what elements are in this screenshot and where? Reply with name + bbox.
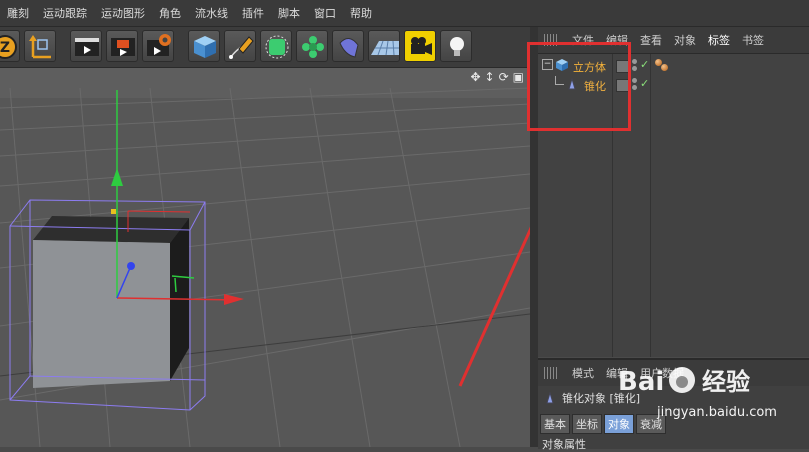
enabled-check-icon[interactable]: ✓ [640, 77, 649, 90]
viewport-scene [0, 68, 530, 447]
om-menu-bookmarks[interactable]: 书签 [736, 32, 770, 48]
light-icon[interactable] [440, 30, 472, 62]
deformer-icon[interactable] [332, 30, 364, 62]
move-view-icon[interactable]: ✥ [470, 70, 480, 84]
subdivision-surface-icon[interactable] [260, 30, 292, 62]
cube-icon[interactable] [188, 30, 220, 62]
menu-pipeline[interactable]: 流水线 [188, 5, 235, 21]
pen-spline-icon[interactable] [224, 30, 256, 62]
menu-plugins[interactable]: 插件 [235, 5, 271, 21]
main-toolbar: Z [0, 27, 538, 68]
cloner-icon[interactable] [296, 30, 328, 62]
menu-character[interactable]: 角色 [152, 5, 188, 21]
panel-grip-icon[interactable] [544, 367, 558, 379]
render-settings-icon[interactable] [142, 30, 174, 62]
maximize-view-icon[interactable]: ▣ [513, 70, 524, 84]
render-view-icon[interactable] [70, 30, 102, 62]
menu-help[interactable]: 帮助 [343, 5, 379, 21]
camera-icon[interactable] [404, 30, 436, 62]
rotate-view-icon[interactable]: ⟳ [499, 70, 509, 84]
render-visibility-dots[interactable] [632, 59, 638, 73]
material-tag-icon[interactable] [661, 64, 668, 71]
svg-text:Bai: Bai [618, 367, 664, 397]
am-menu-mode[interactable]: 模式 [566, 365, 600, 381]
floor-icon[interactable] [368, 30, 400, 62]
render-picture-viewer-icon[interactable] [106, 30, 138, 62]
coordinate-system-icon[interactable] [24, 30, 56, 62]
watermark-url: jingyan.baidu.com [657, 405, 777, 420]
menu-bar: 雕刻 运动跟踪 运动图形 角色 流水线 插件 脚本 窗口 帮助 [0, 0, 809, 27]
enabled-check-icon[interactable]: ✓ [640, 58, 649, 71]
zoom-view-icon[interactable]: ↕ [485, 70, 495, 84]
perspective-viewport[interactable]: ✥ ↕ ⟳ ▣ [0, 68, 530, 447]
tab-basic[interactable]: 基本 [540, 414, 570, 434]
z-axis-icon[interactable]: Z [0, 30, 20, 62]
taper-icon [546, 392, 554, 404]
menu-mograph[interactable]: 运动图形 [94, 5, 152, 21]
menu-window[interactable]: 窗口 [307, 5, 343, 21]
menu-motion-tracking[interactable]: 运动跟踪 [36, 5, 94, 21]
viewport-nav-icons: ✥ ↕ ⟳ ▣ [470, 70, 524, 84]
annotation-highlight-box [527, 42, 631, 131]
om-menu-tags[interactable]: 标签 [702, 32, 736, 48]
svg-text:Z: Z [0, 40, 10, 56]
tab-coordinates[interactable]: 坐标 [572, 414, 602, 434]
svg-text:经验: 经验 [702, 368, 750, 396]
object-properties-heading: 对象属性 [542, 438, 586, 451]
om-menu-objects[interactable]: 对象 [668, 32, 702, 48]
om-menu-view[interactable]: 查看 [634, 32, 668, 48]
menu-script[interactable]: 脚本 [271, 5, 307, 21]
render-visibility-dots[interactable] [632, 78, 638, 92]
menu-sculpt[interactable]: 雕刻 [0, 5, 36, 21]
